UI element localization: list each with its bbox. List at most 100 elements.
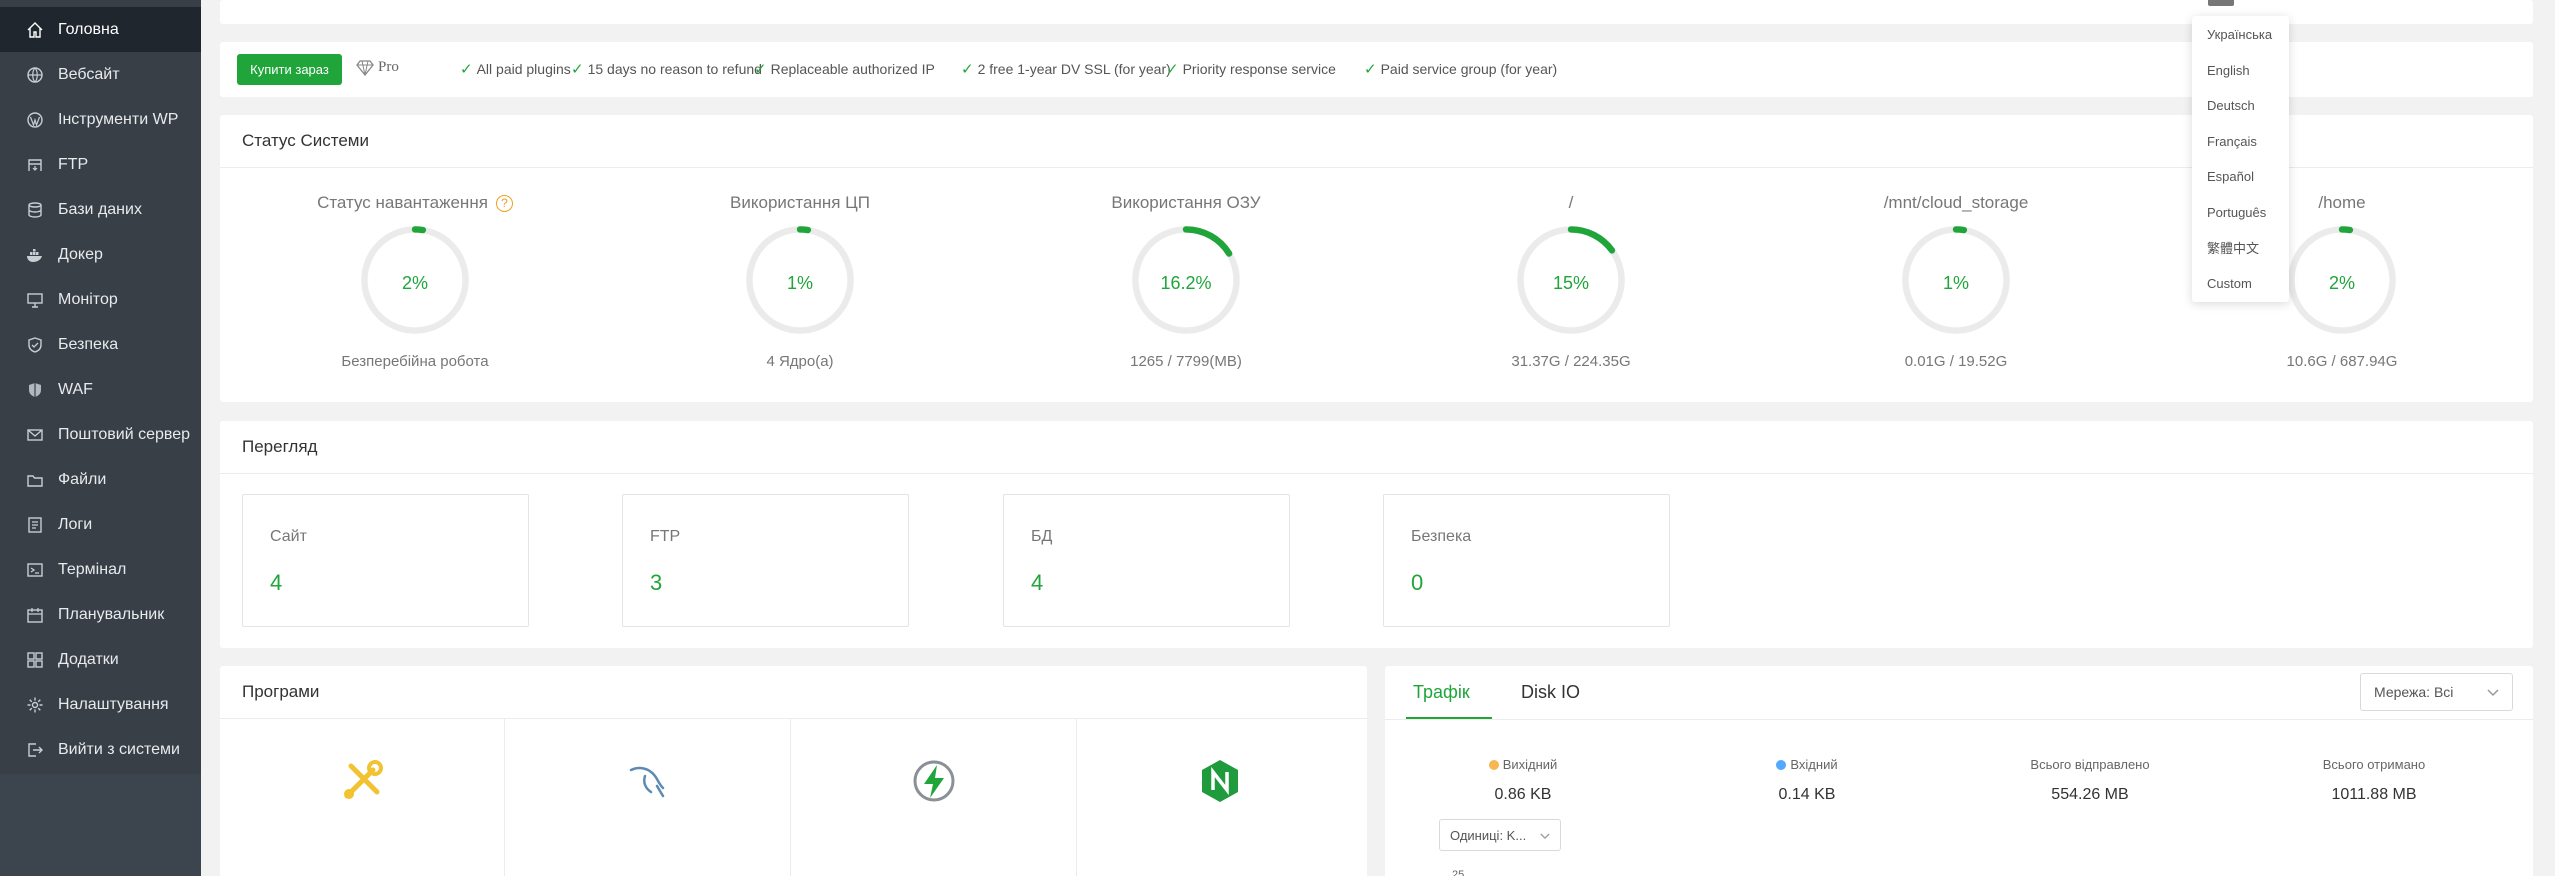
traffic-stat-label-text: Вихідний bbox=[1502, 757, 1558, 772]
speed-bolt-icon[interactable] bbox=[905, 752, 963, 810]
sidebar-item-label: Вебсайт bbox=[58, 65, 120, 83]
sidebar-item-15[interactable]: Налаштування bbox=[0, 682, 201, 727]
overview-box[interactable]: Безпека 0 bbox=[1383, 494, 1670, 627]
pro-promo-bar: Купити зараз Pro ✓ All paid plugins ✓ 15 da… bbox=[220, 42, 2533, 97]
check-icon: ✓ bbox=[1166, 61, 1179, 78]
sidebar-item-label: Бази даних bbox=[58, 200, 142, 218]
sidebar-item-4[interactable]: Бази даних bbox=[0, 187, 201, 232]
sidebar-item-2[interactable]: Інструменти WP bbox=[0, 97, 201, 142]
traffic-panel: Трафік Disk IO Мережа: Всі Вихідний 0.86 … bbox=[1385, 666, 2533, 876]
check-icon: ✓ bbox=[1364, 61, 1377, 78]
program-tile[interactable]: Nginx 1.25.5▶ bbox=[1078, 718, 1363, 876]
buy-now-button[interactable]: Купити зараз bbox=[237, 54, 342, 85]
mail-icon bbox=[26, 426, 44, 444]
sidebar-item-11[interactable]: Логи bbox=[0, 502, 201, 547]
folder-icon bbox=[26, 471, 44, 489]
overview-label: FTP bbox=[650, 528, 681, 545]
check-icon: ✓ bbox=[961, 61, 974, 78]
pro-badge: Pro bbox=[356, 59, 399, 76]
overview-value[interactable]: 4 bbox=[270, 570, 282, 596]
sidebar-item-label: Поштовий сервер bbox=[58, 425, 191, 443]
gauge-value: 1% bbox=[786, 273, 813, 293]
overview-value[interactable]: 0 bbox=[1411, 570, 1423, 596]
traffic-stat-value: 1011.88 MB bbox=[2331, 786, 2417, 803]
traffic-stat-label-text: Вхідний bbox=[1790, 757, 1838, 772]
tab-disk-io[interactable]: Disk IO bbox=[1521, 682, 1580, 703]
language-dropdown: Українська English Deutsch Français Español P… bbox=[2192, 16, 2289, 302]
gauge-value: 16.2% bbox=[1160, 273, 1212, 293]
docker-icon bbox=[26, 246, 44, 264]
language-option[interactable]: 繁體中文 bbox=[2192, 230, 2289, 265]
language-option[interactable]: Español bbox=[2192, 159, 2289, 194]
sidebar-item-1[interactable]: Вебсайт bbox=[0, 52, 201, 97]
sidebar-item-13[interactable]: Планувальник bbox=[0, 592, 201, 637]
traffic-stat-label-text: Всього відправлено bbox=[2030, 757, 2150, 772]
sidebar-item-0[interactable]: Головна bbox=[0, 7, 201, 52]
units-select[interactable]: Одиниці: K... bbox=[1439, 819, 1561, 851]
gauge-subtext: 10.6G / 687.94G bbox=[2286, 353, 2398, 370]
overview-value[interactable]: 4 bbox=[1031, 570, 1043, 596]
gauge-value: 2% bbox=[401, 273, 428, 293]
log-icon bbox=[26, 516, 44, 534]
gauge-subtext: 31.37G / 224.35G bbox=[1511, 353, 1631, 370]
language-option[interactable]: English bbox=[2192, 53, 2289, 88]
home-icon bbox=[26, 21, 44, 39]
overview-box[interactable]: БД 4 bbox=[1003, 494, 1290, 627]
sidebar-item-label: Головна bbox=[58, 20, 119, 38]
program-tile[interactable]: WebSite Speed 3.1▶ bbox=[792, 718, 1077, 876]
check-icon: ✓ bbox=[571, 61, 584, 78]
sidebar-item-3[interactable]: FTP bbox=[0, 142, 201, 187]
logout-icon bbox=[26, 741, 44, 759]
gauge-subtext: 1265 / 7799(MB) bbox=[1130, 353, 1242, 370]
tools-icon[interactable] bbox=[333, 752, 391, 810]
gauge-4: /mnt/cloud_storage 1% 0.01G / 19.52G bbox=[1791, 115, 2121, 402]
legend-dot bbox=[1776, 759, 1787, 770]
gauge-title-text: /home bbox=[2318, 193, 2366, 212]
sidebar-item-label: Додатки bbox=[58, 650, 119, 668]
gauge-title: Статус навантаження? bbox=[250, 193, 580, 213]
wordpress-icon bbox=[26, 111, 44, 129]
traffic-stat-label: Вхідний bbox=[1677, 757, 1937, 772]
traffic-stat-value: 554.26 MB bbox=[2051, 786, 2129, 803]
sidebar-item-16[interactable]: Вийти з системи bbox=[0, 727, 201, 772]
sidebar-item-12[interactable]: Термінал bbox=[0, 547, 201, 592]
traffic-stat-label: Вихідний bbox=[1393, 757, 1653, 772]
network-select[interactable]: Мережа: Всі bbox=[2360, 673, 2513, 711]
sidebar-item-label: Логи bbox=[58, 515, 93, 533]
gauge-title-text: / bbox=[1568, 193, 1574, 212]
sidebar-item-5[interactable]: Докер bbox=[0, 232, 201, 277]
gauge-subtext: 0.01G / 19.52G bbox=[1904, 353, 2008, 370]
sidebar-item-10[interactable]: Файли bbox=[0, 457, 201, 502]
sidebar-item-8[interactable]: WAF bbox=[0, 367, 201, 412]
sidebar-item-9[interactable]: Поштовий сервер bbox=[0, 412, 201, 457]
sidebar-item-label: Інструменти WP bbox=[58, 110, 179, 128]
overview-value[interactable]: 3 bbox=[650, 570, 662, 596]
sidebar-item-6[interactable]: Монітор bbox=[0, 277, 201, 322]
language-option[interactable]: Français bbox=[2192, 124, 2289, 159]
overview-box[interactable]: Сайт 4 bbox=[242, 494, 529, 627]
ftp-icon bbox=[26, 156, 44, 174]
calendar-icon bbox=[26, 606, 44, 624]
terminal-icon bbox=[26, 561, 44, 579]
gauge-title-text: Використання ОЗУ bbox=[1111, 193, 1261, 212]
gear-icon bbox=[26, 696, 44, 714]
language-option[interactable]: Português bbox=[2192, 195, 2289, 230]
program-tile[interactable]: Linux Tools 2.3▶ bbox=[220, 718, 505, 876]
sidebar-item-14[interactable]: Додатки bbox=[0, 637, 201, 682]
language-option[interactable]: Українська bbox=[2192, 17, 2289, 52]
language-option[interactable]: Deutsch bbox=[2192, 88, 2289, 123]
overview-box[interactable]: FTP 3 bbox=[622, 494, 909, 627]
gauge-value: 1% bbox=[1942, 273, 1969, 293]
monitor-icon bbox=[26, 291, 44, 309]
tab-traffic[interactable]: Трафік bbox=[1413, 682, 1470, 703]
sidebar-item-7[interactable]: Безпека bbox=[0, 322, 201, 367]
help-icon[interactable]: ? bbox=[495, 194, 513, 212]
sidebar-item-label: Докер bbox=[58, 245, 103, 263]
mysql-dolphin-icon[interactable] bbox=[619, 752, 677, 810]
sidebar-item-label: Монітор bbox=[58, 290, 118, 308]
nginx-icon[interactable] bbox=[1191, 752, 1249, 810]
gauge-subtext: 4 Ядро(а) bbox=[766, 353, 834, 370]
program-tile[interactable]: MySQL 8.0.35▶ bbox=[506, 718, 791, 876]
overview-panel: Перегляд Сайт 4 FTP 3 БД 4 Безпека 0 bbox=[220, 421, 2533, 648]
language-option[interactable]: Custom bbox=[2192, 266, 2289, 301]
